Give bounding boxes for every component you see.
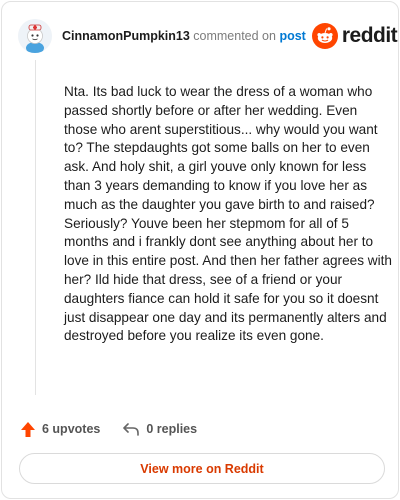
- reddit-logo[interactable]: reddit: [311, 23, 398, 49]
- post-link[interactable]: post: [279, 29, 305, 43]
- embedded-comment-card: CinnamonPumpkin13 commented on post redd…: [1, 1, 399, 499]
- comment-body: Nta. Its bad luck to wear the dress of a…: [64, 84, 392, 344]
- thread-line: [35, 60, 36, 395]
- reply-count: 0 replies: [146, 422, 198, 436]
- reddit-snoo-icon: [311, 23, 338, 49]
- reddit-wordmark: reddit: [341, 24, 398, 47]
- replies-button[interactable]: 0 replies: [122, 421, 197, 437]
- user-avatar[interactable]: [18, 19, 52, 53]
- comment-author[interactable]: CinnamonPumpkin13: [62, 29, 190, 43]
- view-more-button[interactable]: View more on Reddit: [19, 453, 385, 484]
- comment-actions: 6 upvotes 0 replies: [20, 418, 197, 440]
- upvote-count: 6 upvotes: [42, 422, 101, 436]
- comment-header: CinnamonPumpkin13 commented on post redd…: [18, 18, 398, 54]
- upvote-button[interactable]: 6 upvotes: [20, 421, 100, 438]
- upvote-arrow-icon: [21, 421, 35, 437]
- commented-on-label: commented on: [193, 29, 276, 43]
- comment-meta: CinnamonPumpkin13 commented on post: [62, 29, 306, 43]
- reply-arrow-icon: [123, 423, 140, 436]
